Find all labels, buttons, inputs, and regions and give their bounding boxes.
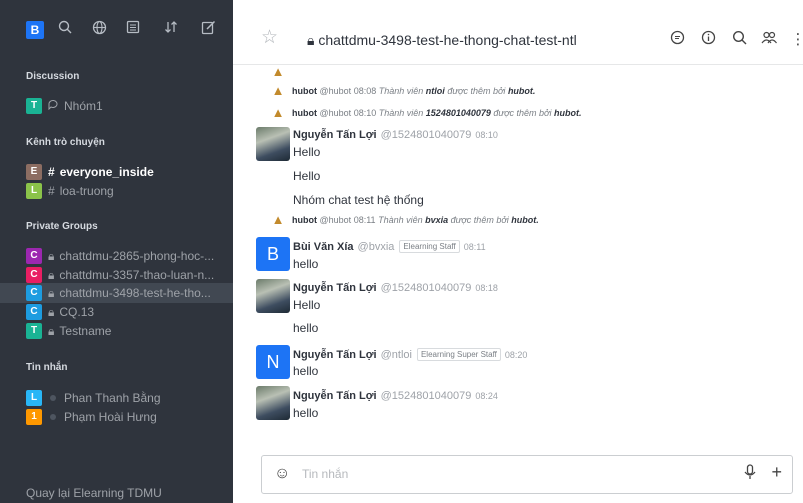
sidebar-item-phan-thanh-bang[interactable]: L Phan Thanh Bằng (26, 388, 233, 408)
lock-icon: 🔒︎ (48, 323, 55, 338)
system-message: hubot @hubot 08:10 Thành viên 1524801040… (292, 108, 582, 118)
back-to-elearning-link[interactable]: Quay lại Elearning TDMU (26, 486, 162, 500)
sidebar-item-cq13[interactable]: C 🔒︎ CQ.13 (26, 302, 233, 322)
favorite-star-icon[interactable]: ☆ (261, 28, 278, 47)
system-message: hubot @hubot 08:11 Thành viên bvxia được… (292, 215, 539, 225)
sidebar-item-label: CQ.13 (59, 305, 95, 319)
sidebar-item-label: chattdmu-3498-test-he-tho... (59, 286, 211, 300)
hubot-avatar-icon: ▲ (271, 65, 285, 79)
discussion-icon (48, 99, 59, 113)
lock-icon: 🔒︎ (48, 285, 55, 300)
sidebar-item-label: Phạm Hoài Hưng (64, 410, 157, 424)
kebab-menu-icon[interactable]: ⋮ (789, 30, 803, 48)
edit-icon[interactable] (199, 20, 217, 38)
lock-icon: 🔒︎ (48, 304, 55, 319)
directory-icon[interactable] (90, 20, 108, 38)
discussion-icon[interactable] (668, 30, 686, 49)
sort-icon[interactable] (162, 20, 180, 38)
hubot-avatar-icon: ▲ (271, 105, 285, 120)
hubot-avatar-icon: ▲ (271, 212, 285, 227)
sidebar-item-label: Testname (59, 324, 112, 338)
lock-icon: 🔒︎ (307, 32, 319, 48)
user-avatar[interactable] (256, 127, 290, 161)
members-icon[interactable] (760, 30, 778, 49)
section-header-direct-messages: Tin nhắn (26, 362, 68, 373)
sidebar-toolbar: B (0, 10, 233, 50)
microphone-icon[interactable] (744, 464, 756, 484)
message-text: hello (293, 364, 319, 378)
sidebar-item-testname[interactable]: T 🔒︎ Testname (26, 321, 233, 341)
sidebar-item-loa-truong[interactable]: L # loa-truong (26, 181, 233, 201)
user-avatar[interactable] (256, 279, 290, 313)
add-attachment-icon[interactable]: + (771, 462, 782, 483)
message-text: hello (293, 406, 319, 420)
message-header: Nguyễn Tấn Lợi @1524801040079 08:24 (293, 390, 498, 402)
message-header: Bùi Văn Xía @bvxia Elearning Staff 08:11 (293, 240, 486, 253)
room-avatar: C (26, 267, 42, 283)
chat-main: ☆ 🔒︎ chattdmu-3498-test-he-thong-chat-te… (233, 0, 803, 503)
room-avatar: C (26, 248, 42, 264)
sidebar-item-label: everyone_inside (59, 165, 154, 179)
room-title: 🔒︎ chattdmu-3498-test-he-thong-chat-test… (307, 32, 577, 48)
message-text: Nhóm chat test hệ thống (293, 193, 424, 207)
message-text: hello (293, 321, 319, 335)
sidebar-item-pham-hoai-hung[interactable]: 1 Phạm Hoài Hưng (26, 407, 233, 427)
hash-icon: # (48, 165, 55, 179)
sidebar-item-chattdmu-2865[interactable]: C 🔒︎ chattdmu-2865-phong-hoc-... (26, 246, 233, 266)
search-icon[interactable] (730, 30, 748, 49)
user-avatar[interactable]: B (26, 20, 44, 39)
emoji-icon[interactable]: ☺ (274, 465, 290, 483)
status-indicator (50, 414, 56, 420)
sidebar-item-label: chattdmu-2865-phong-hoc-... (59, 249, 215, 263)
message-text: Hello (293, 298, 321, 312)
user-avatar[interactable]: N (256, 345, 290, 379)
user-avatar[interactable] (256, 386, 290, 420)
message-input[interactable]: Tin nhắn (302, 467, 348, 481)
sidebar-item-nhom1[interactable]: T Nhóm1 (26, 96, 233, 116)
message-text: hello (293, 257, 319, 271)
room-header: ☆ 🔒︎ chattdmu-3498-test-he-thong-chat-te… (233, 0, 803, 65)
info-icon[interactable] (699, 30, 717, 49)
section-header-channels: Kênh trò chuyện (26, 137, 105, 148)
sidebar-item-chattdmu-3498[interactable]: C 🔒︎ chattdmu-3498-test-he-tho... (0, 283, 233, 303)
hash-icon: # (48, 184, 55, 198)
lock-icon: 🔒︎ (48, 248, 55, 263)
status-indicator (50, 395, 56, 401)
message-composer: ☺ Tin nhắn + (261, 455, 793, 494)
system-message: hubot @hubot 08:08 Thành viên ntloi được… (292, 86, 536, 96)
user-avatar: 1 (26, 409, 42, 425)
sidebar-item-chattdmu-3357[interactable]: C 🔒︎ chattdmu-3357-thao-luan-n... (26, 265, 233, 285)
sidebar-item-label: loa-truong (59, 184, 114, 198)
room-avatar: L (26, 183, 42, 199)
sidebar-item-everyone-inside[interactable]: E # everyone_inside (26, 162, 233, 182)
role-badge: Elearning Staff (399, 240, 460, 253)
hubot-avatar-icon: ▲ (271, 83, 285, 98)
user-avatar: L (26, 390, 42, 406)
section-header-private-groups: Private Groups (26, 221, 98, 232)
sidebar-item-label: Nhóm1 (64, 99, 103, 113)
message-header: Nguyễn Tấn Lợi @ntloi Elearning Super Staf… (293, 348, 528, 361)
sidebar: B Discussion T Nhóm1 Kênh trò chuyện E #… (0, 0, 233, 503)
message-header: Nguyễn Tấn Lợi @1524801040079 08:18 (293, 282, 498, 294)
sidebar-item-label: chattdmu-3357-thao-luan-n... (59, 268, 215, 282)
view-mode-icon[interactable] (124, 20, 142, 38)
role-badge: Elearning Super Staff (416, 348, 501, 361)
sidebar-item-label: Phan Thanh Bằng (64, 391, 161, 405)
search-icon[interactable] (56, 20, 74, 38)
section-header-discussion: Discussion (26, 71, 80, 82)
room-avatar: C (26, 285, 42, 301)
room-avatar: E (26, 164, 42, 180)
lock-icon: 🔒︎ (48, 267, 55, 282)
message-text: Hello (293, 169, 321, 183)
room-avatar: T (26, 98, 42, 114)
message-header: Nguyễn Tấn Lợi @1524801040079 08:10 (293, 129, 498, 141)
message-list: ▲ ▲ hubot @hubot 08:08 Thành viên ntloi … (233, 65, 803, 441)
user-avatar[interactable]: B (256, 237, 290, 271)
room-avatar: T (26, 323, 42, 339)
room-avatar: C (26, 304, 42, 320)
message-text: Hello (293, 145, 321, 159)
